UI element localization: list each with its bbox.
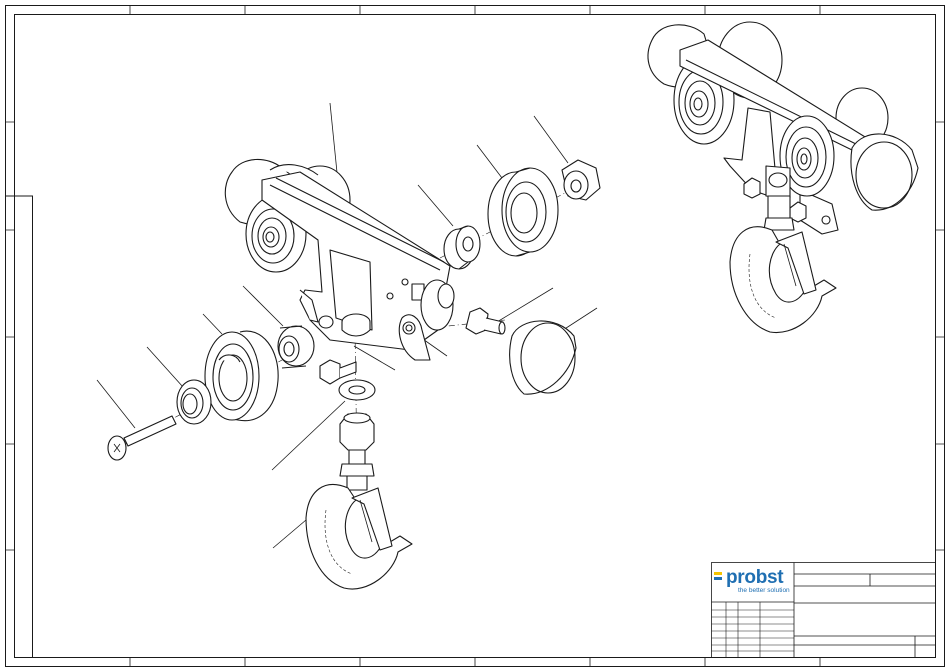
probst-logo: probst the better solution: [712, 566, 794, 600]
end-cap-right: [509, 320, 577, 395]
assembled-end-cap: [850, 133, 919, 211]
logo-tagline: the better solution: [738, 587, 790, 594]
assembled-view: [647, 21, 919, 334]
logo-bar-yellow: [714, 572, 722, 575]
hex-bolt-right: [465, 307, 506, 335]
drawing-sheet: [5, 5, 945, 667]
logo-bar-blue: [714, 577, 722, 580]
cap-washer-right: [443, 225, 481, 270]
revision-grid: [711, 602, 794, 658]
bearing-roller-right: [487, 167, 559, 257]
exploded-view: [96, 102, 601, 590]
flat-washer-center: [338, 379, 376, 401]
roller-plate-right: [420, 279, 455, 331]
hook-exploded: [305, 412, 413, 590]
binding-strip: [5, 195, 33, 657]
logo-wordmark: probst: [726, 567, 784, 588]
flange-washer: [176, 379, 212, 425]
hex-nut-right: [561, 159, 601, 201]
bearing-roller-left: [204, 330, 279, 422]
spacer-ring-left: [277, 325, 315, 369]
countersunk-screw: [107, 415, 177, 461]
